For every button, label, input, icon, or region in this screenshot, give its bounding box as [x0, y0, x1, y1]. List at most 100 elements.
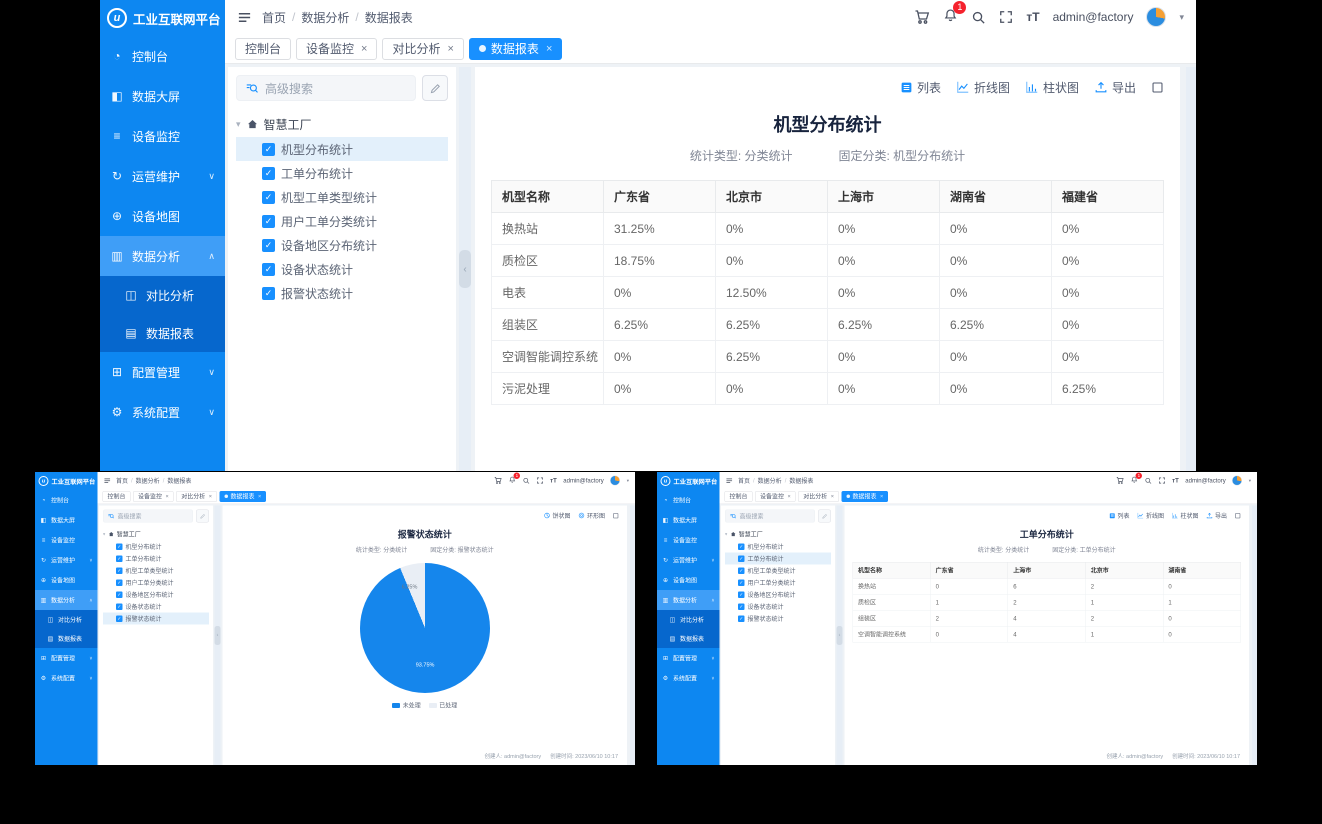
legend-item[interactable]: 未处理 — [392, 701, 421, 710]
sidebar-item[interactable]: ◧数据大屏 — [100, 76, 225, 116]
checkbox-checked-icon[interactable]: ✓ — [262, 167, 275, 180]
tab-数据报表[interactable]: 数据报表× — [841, 491, 888, 502]
toolbar-frame-button[interactable] — [613, 512, 620, 519]
tab-控制台[interactable]: 控制台 — [725, 491, 753, 502]
tree-item[interactable]: ✓工单分布统计 — [236, 161, 448, 185]
sidebar-item[interactable]: ≡设备监控 — [100, 116, 225, 156]
sidebar-subitem[interactable]: ◫对比分析 — [100, 276, 225, 314]
tab-对比分析[interactable]: 对比分析× — [176, 491, 217, 502]
breadcrumb-item[interactable]: 数据分析 — [758, 476, 782, 485]
sidebar-item[interactable]: ◧数据大屏 — [657, 510, 720, 530]
close-icon[interactable]: × — [258, 493, 261, 499]
sidebar-item[interactable]: ⚙系统配置∨ — [35, 668, 98, 688]
checkbox-checked-icon[interactable]: ✓ — [116, 579, 123, 586]
sidebar-item[interactable]: ▥数据分析∧ — [657, 590, 720, 610]
tab-对比分析[interactable]: 对比分析× — [382, 38, 463, 60]
sidebar-item[interactable]: ↻运营维护∨ — [35, 550, 98, 570]
avatar[interactable] — [610, 476, 620, 486]
sidebar-subitem[interactable]: ▤数据报表 — [657, 629, 720, 648]
toolbar-折线图[interactable]: 折线图 — [1137, 511, 1164, 520]
toolbar-折线图[interactable]: 折线图 — [956, 79, 1010, 96]
tree-item[interactable]: ✓工单分布统计 — [103, 553, 209, 565]
sidebar-item[interactable]: ◔控制台 — [100, 36, 225, 76]
sidebar-item[interactable]: ⊞配置管理∨ — [35, 648, 98, 668]
checkbox-checked-icon[interactable]: ✓ — [262, 263, 275, 276]
cart-icon[interactable] — [914, 9, 930, 25]
sidebar-item[interactable]: ⊕设备地图 — [657, 570, 720, 590]
toolbar-frame-button[interactable] — [1235, 512, 1242, 519]
hamburger-icon[interactable] — [237, 10, 252, 25]
close-icon[interactable]: × — [831, 493, 834, 499]
toolbar-柱状图[interactable]: 柱状图 — [1025, 79, 1079, 96]
toolbar-列表[interactable]: 列表 — [1109, 511, 1130, 520]
breadcrumb-item[interactable]: 首页 — [738, 476, 750, 485]
bell-icon[interactable]: 1 — [943, 8, 958, 26]
tab-数据报表[interactable]: 数据报表× — [469, 38, 562, 60]
collapse-handle[interactable]: ‹ — [837, 626, 843, 645]
checkbox-checked-icon[interactable]: ✓ — [262, 191, 275, 204]
close-icon[interactable]: × — [788, 493, 791, 499]
bell-icon[interactable]: 1 — [509, 476, 517, 485]
tree-item[interactable]: ✓设备状态统计 — [103, 601, 209, 613]
tree-root[interactable]: ▾智慧工厂 — [103, 528, 209, 541]
tab-数据报表[interactable]: 数据报表× — [219, 491, 266, 502]
sidebar-subitem[interactable]: ▤数据报表 — [35, 629, 98, 648]
checkbox-checked-icon[interactable]: ✓ — [116, 603, 123, 610]
toolbar-导出[interactable]: 导出 — [1206, 511, 1227, 520]
close-icon[interactable]: × — [447, 43, 453, 55]
sidebar-item[interactable]: ≡设备监控 — [657, 530, 720, 550]
user-menu-caret-icon[interactable]: ▾ — [1179, 12, 1184, 23]
advanced-search-input[interactable]: 高级搜索 — [236, 75, 416, 101]
sidebar-item[interactable]: ◧数据大屏 — [35, 510, 98, 530]
close-icon[interactable]: × — [166, 493, 169, 499]
tree-item[interactable]: ✓用户工单分类统计 — [103, 577, 209, 589]
sidebar-item[interactable]: ⚙系统配置∨ — [657, 668, 720, 688]
checkbox-checked-icon[interactable]: ✓ — [116, 615, 123, 622]
advanced-search-input[interactable]: 高级搜索 — [725, 510, 815, 523]
checkbox-checked-icon[interactable]: ✓ — [738, 615, 745, 622]
tab-控制台[interactable]: 控制台 — [103, 491, 131, 502]
close-icon[interactable]: × — [546, 43, 552, 55]
checkbox-checked-icon[interactable]: ✓ — [738, 579, 745, 586]
tab-控制台[interactable]: 控制台 — [235, 38, 291, 60]
search-icon[interactable] — [971, 10, 986, 25]
checkbox-checked-icon[interactable]: ✓ — [738, 543, 745, 550]
fullscreen-icon[interactable] — [537, 477, 544, 484]
search-icon[interactable] — [1145, 477, 1153, 485]
checkbox-checked-icon[interactable]: ✓ — [262, 143, 275, 156]
tree-root[interactable]: ▾智慧工厂 — [725, 528, 831, 541]
toolbar-列表[interactable]: 列表 — [900, 79, 941, 96]
sidebar-item[interactable]: ⊕设备地图 — [35, 570, 98, 590]
breadcrumb-item[interactable]: 首页 — [116, 476, 128, 485]
sidebar-item[interactable]: ◔控制台 — [657, 490, 720, 510]
tree-item[interactable]: ✓设备地区分布统计 — [236, 233, 448, 257]
tree-item[interactable]: ✓用户工单分类统计 — [725, 577, 831, 589]
tree-item[interactable]: ✓机型工单类型统计 — [103, 565, 209, 577]
tree-item[interactable]: ✓机型分布统计 — [236, 137, 448, 161]
search-icon[interactable] — [523, 477, 531, 485]
collapse-handle[interactable]: ‹ — [459, 250, 471, 288]
checkbox-checked-icon[interactable]: ✓ — [738, 567, 745, 574]
sidebar-subitem[interactable]: ▤数据报表 — [100, 314, 225, 352]
sidebar-item[interactable]: ↻运营维护∨ — [657, 550, 720, 570]
edit-button[interactable] — [422, 75, 448, 101]
tree-item[interactable]: ✓报警状态统计 — [103, 613, 209, 625]
legend-item[interactable]: 已处理 — [429, 701, 458, 710]
sidebar-item[interactable]: ◔控制台 — [35, 490, 98, 510]
breadcrumb-item[interactable]: 首页 — [262, 9, 286, 26]
tab-设备监控[interactable]: 设备监控× — [133, 491, 174, 502]
edit-button[interactable] — [196, 510, 209, 523]
tree-item[interactable]: ✓工单分布统计 — [725, 553, 831, 565]
breadcrumb-item[interactable]: 数据分析 — [136, 476, 160, 485]
toolbar-frame-button[interactable] — [1151, 81, 1164, 94]
checkbox-checked-icon[interactable]: ✓ — [262, 287, 275, 300]
font-size-icon[interactable]: тT — [1172, 477, 1179, 484]
breadcrumb-item[interactable]: 数据分析 — [301, 9, 349, 26]
font-size-icon[interactable]: тT — [550, 477, 557, 484]
cart-icon[interactable] — [1116, 477, 1124, 485]
checkbox-checked-icon[interactable]: ✓ — [116, 543, 123, 550]
sidebar-subitem[interactable]: ◫对比分析 — [35, 610, 98, 629]
toolbar-柱状图[interactable]: 柱状图 — [1171, 511, 1198, 520]
close-icon[interactable]: × — [209, 493, 212, 499]
checkbox-checked-icon[interactable]: ✓ — [738, 555, 745, 562]
